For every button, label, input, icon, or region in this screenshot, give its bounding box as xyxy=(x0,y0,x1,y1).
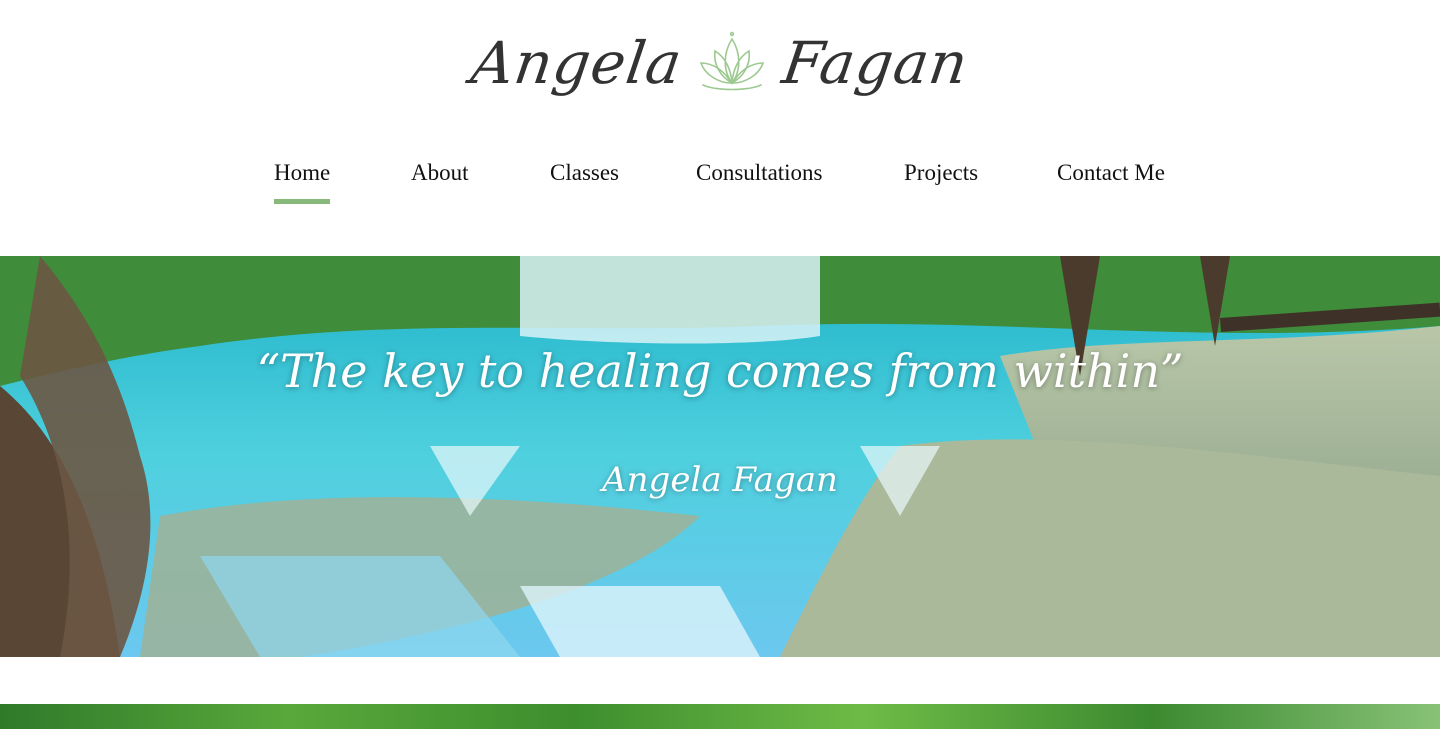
nav-item-consultations[interactable]: Consultations xyxy=(696,160,823,186)
nav-item-projects[interactable]: Projects xyxy=(904,160,978,186)
nav-item-home[interactable]: Home xyxy=(274,160,331,204)
hero-banner: “The key to healing comes from within” A… xyxy=(0,256,1440,657)
logo-first-name: Angela xyxy=(466,29,687,97)
nav-item-label: Contact Me xyxy=(1057,160,1165,185)
main-nav: Home About Classes Consultations Project… xyxy=(0,160,1440,210)
nav-item-label: Classes xyxy=(550,160,619,185)
nav-item-classes[interactable]: Classes xyxy=(550,160,619,186)
nav-item-contact[interactable]: Contact Me xyxy=(1057,160,1165,186)
lotus-icon xyxy=(700,31,765,91)
hero-quote: “The key to healing comes from within” xyxy=(256,344,1184,398)
nav-item-label: Home xyxy=(274,160,331,185)
active-nav-indicator xyxy=(274,199,331,204)
logo-last-name: Fagan xyxy=(778,29,974,97)
nav-item-about[interactable]: About xyxy=(411,160,469,186)
waterfall-background-image xyxy=(0,256,1440,657)
nav-item-label: About xyxy=(411,160,469,185)
nav-item-label: Projects xyxy=(904,160,979,185)
nav-item-label: Consultations xyxy=(696,160,823,185)
forest-banner-image xyxy=(0,704,1440,729)
hero-author: Angela Fagan xyxy=(602,460,838,500)
site-logo[interactable]: Angela Fagan xyxy=(0,18,1440,108)
